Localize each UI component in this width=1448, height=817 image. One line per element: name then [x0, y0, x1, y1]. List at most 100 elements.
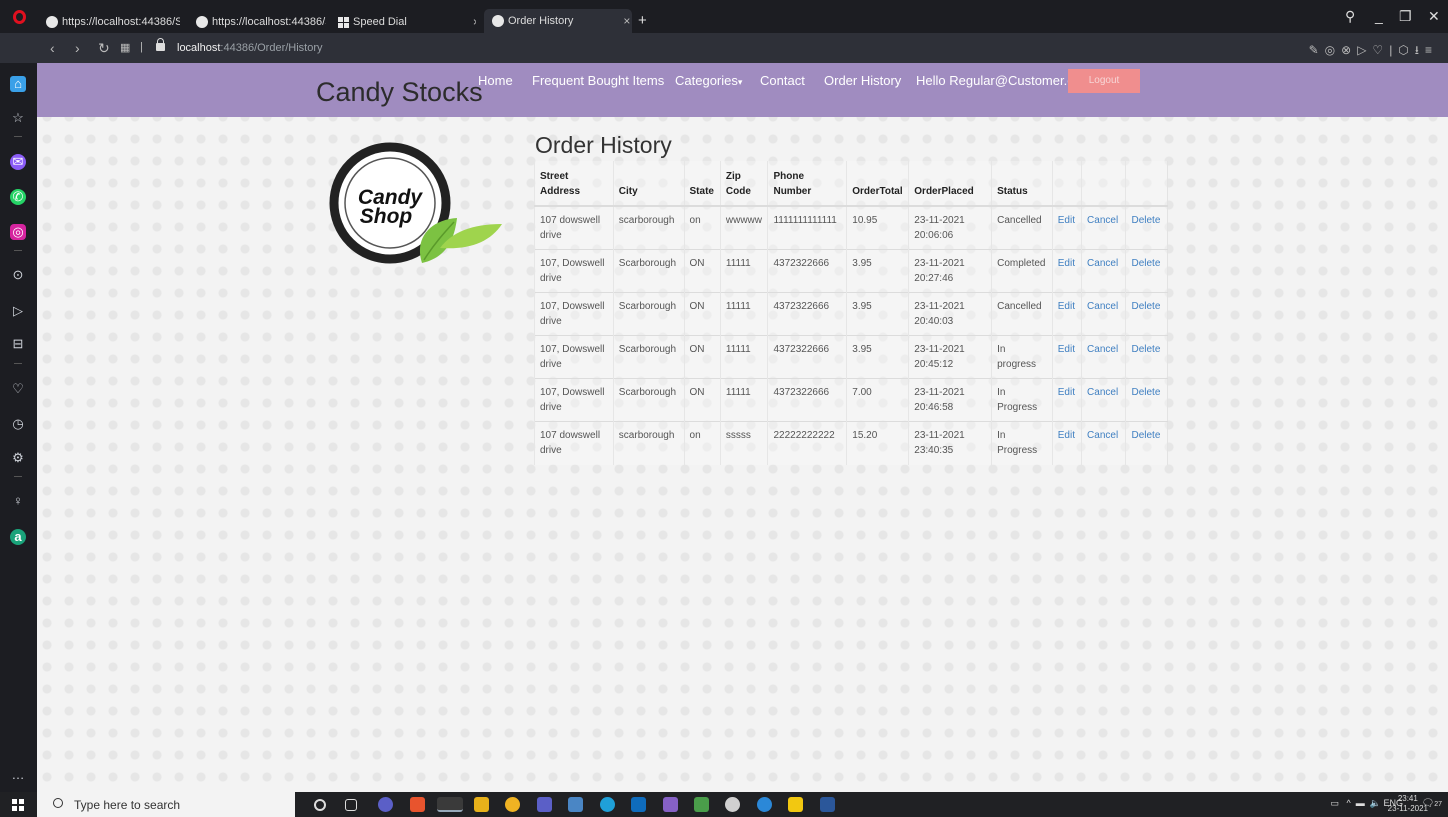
file-explorer-icon[interactable]	[474, 797, 489, 812]
edit-link[interactable]: Edit	[1051, 421, 1082, 465]
toolbar-icons[interactable]: ✎◎⊗▷♡|⬡⭳≡	[1309, 41, 1438, 62]
cell-state: on	[683, 421, 721, 465]
tab-3[interactable]: Speed Dial×	[338, 12, 476, 32]
internet-explorer-icon[interactable]	[757, 797, 772, 812]
delete-link[interactable]: Delete	[1125, 205, 1168, 250]
app-icon[interactable]	[378, 797, 393, 812]
heart-icon[interactable]: ♡	[10, 381, 26, 397]
nav-home[interactable]: Home	[478, 73, 513, 88]
cell-total: 3.95	[846, 249, 909, 293]
tabs-icon[interactable]: ⊟	[10, 336, 26, 352]
logout-button[interactable]: Logout	[1068, 69, 1140, 93]
opera-taskbar-icon[interactable]	[437, 797, 463, 812]
cell-total: 7.00	[846, 378, 909, 422]
edit-link[interactable]: Edit	[1051, 335, 1082, 379]
cancel-link[interactable]: Cancel	[1081, 292, 1126, 336]
teams-icon[interactable]	[537, 797, 552, 812]
cell-phone: 4372322666	[767, 378, 847, 422]
edit-link[interactable]: Edit	[1051, 292, 1082, 336]
cancel-link[interactable]: Cancel	[1081, 378, 1126, 422]
more-icon[interactable]: …	[10, 767, 26, 783]
tab-1[interactable]: https://localhost:44386/Sh×	[46, 12, 180, 32]
cell-state: ON	[683, 249, 721, 293]
back-icon[interactable]: ‹	[50, 40, 55, 56]
nav-frequent-bought-items[interactable]: Frequent Bought Items	[532, 73, 664, 88]
app-icon[interactable]	[568, 797, 583, 812]
cancel-link[interactable]: Cancel	[1081, 249, 1126, 293]
notepad-icon[interactable]	[694, 797, 709, 812]
minimize-icon[interactable]: _	[1375, 8, 1383, 24]
close-window-icon[interactable]: ✕	[1428, 8, 1440, 25]
cell-status: Cancelled	[991, 205, 1053, 250]
cortana-icon[interactable]	[314, 799, 326, 811]
nav-categories[interactable]: Categories▾	[675, 73, 742, 88]
close-tab-icon[interactable]: ×	[473, 15, 476, 29]
cell-city: scarborough	[612, 205, 685, 250]
cell-street: 107, Dowswell drive	[534, 335, 614, 379]
app-icon[interactable]	[788, 797, 803, 812]
forward-icon[interactable]: ›	[75, 40, 80, 56]
nav-order-history[interactable]: Order History	[824, 73, 901, 88]
tips-icon[interactable]: ♀	[10, 493, 26, 509]
tabs-grid-icon[interactable]: ▦	[120, 41, 130, 54]
cell-city: Scarborough	[612, 378, 685, 422]
notification-icon[interactable]: 🗨27	[1422, 798, 1443, 809]
chrome-icon[interactable]	[505, 797, 520, 812]
player-icon[interactable]: ⊙	[10, 267, 26, 283]
flow-icon[interactable]: ▷	[10, 303, 26, 319]
cell-total: 15.20	[846, 421, 909, 465]
new-tab-icon[interactable]: +	[638, 12, 647, 29]
restore-icon[interactable]: ❐	[1399, 8, 1412, 25]
cell-zip: 11111	[719, 292, 768, 336]
task-view-icon[interactable]	[345, 799, 357, 811]
edit-link[interactable]: Edit	[1051, 205, 1082, 250]
taskbar-search-box[interactable]: Type here to search	[37, 792, 295, 817]
cell-placed: 23-11-2021 20:45:12	[908, 335, 992, 379]
delete-link[interactable]: Delete	[1125, 292, 1168, 336]
cell-street: 107 dowswell drive	[534, 205, 614, 250]
cell-total: 10.95	[846, 205, 909, 250]
edit-link[interactable]: Edit	[1051, 249, 1082, 293]
cell-placed: 23-11-2021 20:40:03	[908, 292, 992, 336]
messenger-icon[interactable]: ✉	[10, 154, 26, 170]
settings-gear-icon[interactable]: ⚙	[10, 450, 26, 466]
reload-icon[interactable]: ↻	[98, 40, 110, 57]
tab-4-active[interactable]: Order History ×	[484, 9, 632, 33]
table-row: 107, Dowswell drive Scarborough ON 11111…	[534, 249, 1168, 293]
cancel-link[interactable]: Cancel	[1081, 421, 1126, 465]
outlook-icon[interactable]	[631, 797, 646, 812]
table-row: 107 dowswell drive scarborough on sssss …	[534, 421, 1168, 465]
edit-link[interactable]: Edit	[1051, 378, 1082, 422]
opera-logo-icon[interactable]	[13, 10, 26, 24]
delete-link[interactable]: Delete	[1125, 421, 1168, 465]
history-icon[interactable]: ◷	[10, 416, 26, 432]
url-field[interactable]: localhost:44386/Order/History	[177, 42, 323, 54]
search-tabs-icon[interactable]: ⚲	[1345, 8, 1355, 25]
cell-zip: sssss	[719, 421, 768, 465]
cancel-link[interactable]: Cancel	[1081, 205, 1126, 250]
delete-link[interactable]: Delete	[1125, 335, 1168, 379]
word-icon[interactable]	[820, 797, 835, 812]
amazon-icon[interactable]: a	[10, 529, 26, 545]
brand-link[interactable]: Candy Stocks	[316, 77, 483, 108]
whatsapp-icon[interactable]: ✆	[10, 189, 26, 205]
instagram-icon[interactable]: ◎	[10, 224, 26, 240]
app-icon[interactable]	[410, 797, 425, 812]
delete-link[interactable]: Delete	[1125, 249, 1168, 293]
cancel-link[interactable]: Cancel	[1081, 335, 1126, 379]
home-icon[interactable]: ⌂	[10, 76, 26, 92]
web-page: Candy Stocks Home Frequent Bought Items …	[37, 63, 1448, 792]
cell-street: 107 dowswell drive	[534, 421, 614, 465]
visual-studio-icon[interactable]	[663, 797, 678, 812]
tab-2[interactable]: https://localhost:44386/Sh×	[196, 12, 326, 32]
nav-contact[interactable]: Contact	[760, 73, 805, 88]
windows-start-icon[interactable]	[12, 799, 24, 811]
paint-icon[interactable]	[725, 797, 740, 812]
close-tab-icon[interactable]: ×	[623, 14, 630, 28]
edge-icon[interactable]	[600, 797, 615, 812]
cell-phone: 1111111111111	[767, 205, 847, 250]
divider: |	[140, 41, 143, 53]
delete-link[interactable]: Delete	[1125, 378, 1168, 422]
address-bar: ‹ › ↻ ▦ | localhost:44386/Order/History …	[0, 33, 1448, 63]
bookmark-star-icon[interactable]: ☆	[10, 110, 26, 126]
